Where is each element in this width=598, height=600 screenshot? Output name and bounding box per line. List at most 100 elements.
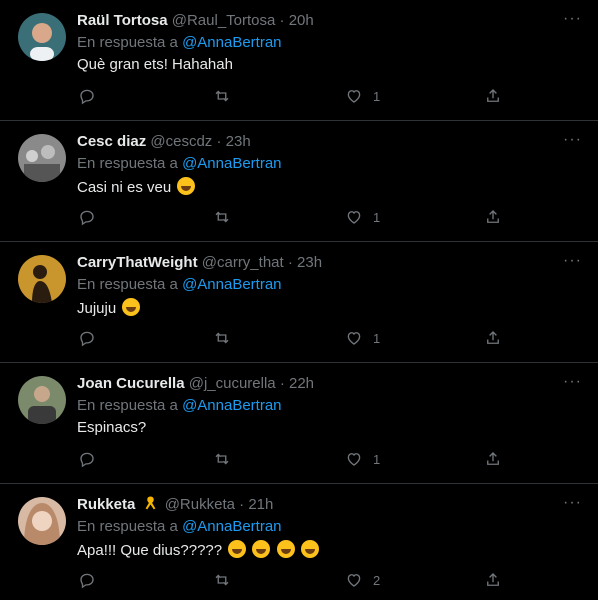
like-count: 1 [373,331,381,346]
reply-mention-link[interactable]: @AnnaBertran [182,276,281,293]
share-icon [487,331,499,344]
reply-button[interactable] [78,571,96,591]
timestamp[interactable]: 20h [289,12,314,29]
user-handle[interactable]: @j_cucurella [189,375,276,392]
tweet-header: Joan Cucurella @j_cucurella · 22h [77,374,314,394]
avatar[interactable] [18,497,66,545]
retweet-icon [215,90,229,102]
reply-mention-link[interactable]: @AnnaBertran [182,518,281,535]
yellow-ribbon-icon [145,496,155,510]
retweet-button[interactable] [213,450,231,470]
share-button[interactable] [484,329,502,349]
tweet-header: Cesc diaz @cescdz · 23h [77,132,251,152]
retweet-icon [215,211,229,223]
tweet-row[interactable]: Rukketa @Rukketa · 21h ··· En respuesta … [0,484,598,600]
like-count: 1 [373,452,381,467]
user-handle[interactable]: @cescdz [150,133,212,150]
reply-button[interactable] [78,208,96,228]
reply-prefix: En respuesta a [77,155,178,172]
avatar[interactable] [18,255,66,303]
separator-dot: · [287,254,293,271]
tweet-text: Què gran ets! Hahahah [77,56,233,73]
reply-icon [80,210,94,226]
heart-icon [347,453,361,466]
heart-icon [347,90,361,103]
tweet-actions: 1 [0,329,598,349]
timestamp[interactable]: 22h [289,375,314,392]
share-button[interactable] [484,450,502,470]
tweet-row[interactable]: Cesc diaz @cescdz · 23h ··· En respuesta… [0,121,598,242]
more-options-icon[interactable]: ··· [563,132,582,148]
share-button[interactable] [484,571,502,591]
reply-mention-link[interactable]: @AnnaBertran [182,34,281,51]
like-button[interactable]: 1 [345,450,380,470]
share-button[interactable] [484,87,502,107]
like-button[interactable]: 2 [345,571,380,591]
retweet-button[interactable] [213,87,231,107]
reply-context: En respuesta a @AnnaBertran [77,34,282,51]
avatar-image-icon [18,497,66,545]
reply-prefix: En respuesta a [77,518,178,535]
reply-prefix: En respuesta a [77,34,178,51]
timestamp[interactable]: 21h [248,496,273,513]
like-count: 1 [373,210,381,225]
tweet-text-content: Espinacs? [77,419,147,436]
tweet-text: Apa!!! Que dius????? [77,540,319,559]
reply-mention-link[interactable]: @AnnaBertran [182,155,281,172]
tweet-text: Espinacs? [77,419,146,436]
heart-icon [347,211,361,224]
retweet-button[interactable] [213,329,231,349]
tweet-text: Casi ni es veu [77,177,196,196]
separator-dot: · [239,496,245,513]
like-button[interactable]: 1 [345,208,380,228]
display-name[interactable]: CarryThatWeight [77,254,198,271]
tweet-row[interactable]: Joan Cucurella @j_cucurella · 22h ··· En… [0,363,598,484]
avatar[interactable] [18,134,66,182]
separator-dot: · [279,12,285,29]
reply-context: En respuesta a @AnnaBertran [77,276,282,293]
avatar[interactable] [18,376,66,424]
user-handle[interactable]: @Rukketa [165,496,235,513]
reply-button[interactable] [78,87,96,107]
tweet-actions: 1 [0,450,598,470]
retweet-button[interactable] [213,571,231,591]
tweet-actions: 1 [0,87,598,107]
like-button[interactable]: 1 [345,329,380,349]
like-button[interactable]: 1 [345,87,380,107]
tweet-row[interactable]: CarryThatWeight @carry_that · 23h ··· En… [0,242,598,363]
grinning-sweat-emoji-icon [300,540,319,558]
more-options-icon[interactable]: ··· [563,374,582,390]
timestamp[interactable]: 23h [226,133,251,150]
display-name[interactable]: Raül Tortosa [77,12,168,29]
avatar-image-icon [18,255,66,303]
tweet-row[interactable]: Raül Tortosa @Raul_Tortosa · 20h ··· En … [0,0,598,121]
timestamp[interactable]: 23h [297,254,322,271]
grinning-sweat-emoji-icon [276,540,295,558]
tweet-text: Jujuju [77,298,141,317]
more-options-icon[interactable]: ··· [563,11,582,27]
reply-icon [80,573,94,589]
display-name[interactable]: Cesc diaz [77,133,146,150]
reply-prefix: En respuesta a [77,276,178,293]
more-options-icon[interactable]: ··· [563,253,582,269]
reply-button[interactable] [78,450,96,470]
avatar[interactable] [18,13,66,61]
retweet-button[interactable] [213,208,231,228]
reply-icon [80,331,94,347]
tweet-actions: 2 [0,571,598,591]
display-name[interactable]: Rukketa [77,496,135,513]
tweet-actions: 1 [0,208,598,228]
user-handle[interactable]: @carry_that [202,254,284,271]
share-icon [487,89,499,102]
rolling-laughing-emoji-icon [177,177,196,195]
tweet-header: Rukketa @Rukketa · 21h [77,495,273,515]
retweet-icon [215,453,229,465]
more-options-icon[interactable]: ··· [563,495,582,511]
share-button[interactable] [484,208,502,228]
reply-context: En respuesta a @AnnaBertran [77,518,282,535]
reply-mention-link[interactable]: @AnnaBertran [182,397,281,414]
display-name[interactable]: Joan Cucurella [77,375,185,392]
retweet-icon [215,332,229,344]
user-handle[interactable]: @Raul_Tortosa [172,12,276,29]
reply-button[interactable] [78,329,96,349]
